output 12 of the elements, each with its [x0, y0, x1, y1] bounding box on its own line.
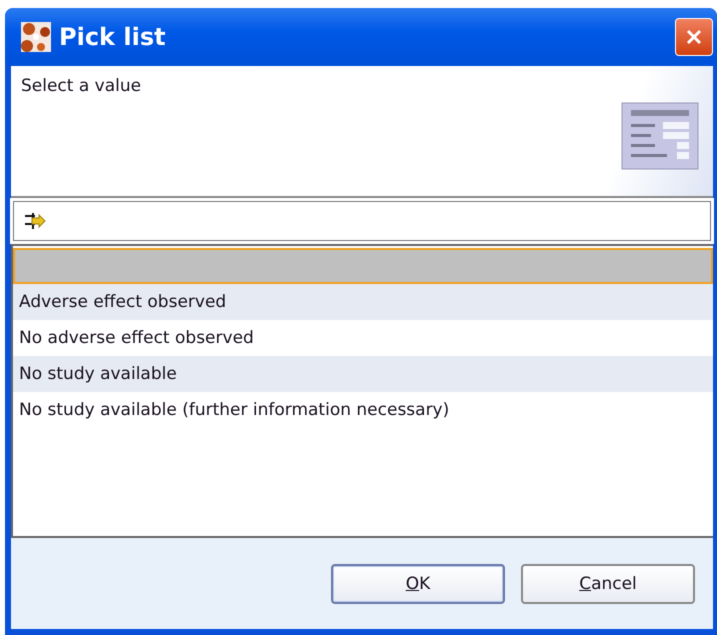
list-item[interactable]: No study available: [13, 356, 713, 392]
app-icon: [21, 22, 51, 52]
form-icon: [621, 102, 701, 172]
list-item[interactable]: Adverse effect observed: [13, 284, 713, 320]
dialog-button[interactable]: Cancel: [521, 564, 695, 604]
close-button[interactable]: [675, 18, 713, 56]
filter-field[interactable]: [13, 201, 711, 241]
close-icon: [685, 28, 703, 46]
message-text: Select a value: [21, 76, 142, 96]
dialog-button[interactable]: OK: [331, 564, 505, 604]
filter-icon: [24, 212, 46, 230]
window-title: Pick list: [59, 23, 167, 51]
